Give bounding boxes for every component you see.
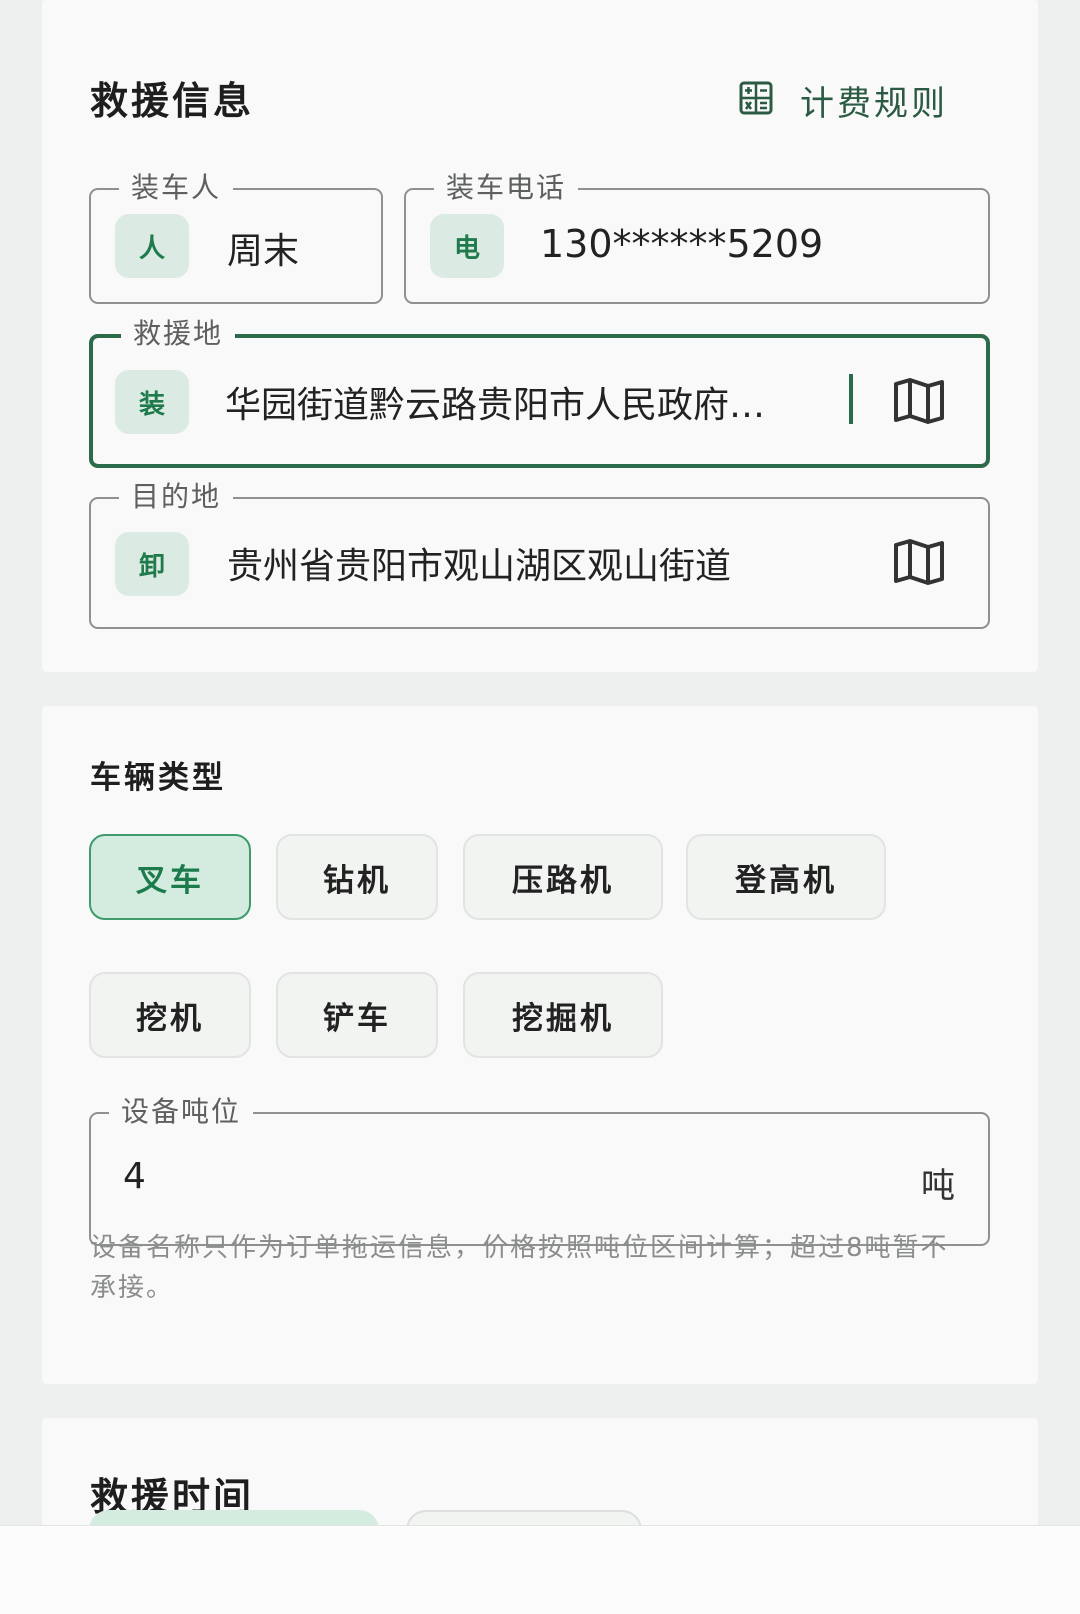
vehicle-option-roller[interactable]: 压路机: [463, 834, 663, 920]
unload-badge: 卸: [115, 532, 189, 596]
vehicle-option-aerial-lift[interactable]: 登高机: [686, 834, 886, 920]
rescue-location-field[interactable]: 救援地 装 …华园街道黔云路贵阳市人民政府: [89, 317, 990, 468]
map-icon[interactable]: [893, 378, 945, 428]
loader-phone-field[interactable]: 装车电话 电 130******5209: [404, 171, 990, 304]
vehicle-option-drill[interactable]: 钻机: [276, 834, 438, 920]
person-badge: 人: [115, 214, 189, 278]
loader-name-value: 周末: [227, 231, 300, 272]
loader-name-legend: 装车人: [119, 171, 234, 205]
tonnage-legend: 设备吨位: [109, 1095, 254, 1129]
vehicle-option-forklift[interactable]: 叉车: [89, 834, 251, 920]
calculator-icon: [738, 80, 774, 120]
bottom-bar: [0, 1525, 1080, 1614]
loader-phone-value: 130******5209: [540, 222, 824, 266]
load-badge: 装: [115, 370, 189, 434]
tonnage-field[interactable]: 设备吨位 4 吨: [89, 1095, 990, 1246]
map-icon[interactable]: [893, 539, 945, 589]
rescue-info-title: 救援信息: [90, 79, 255, 123]
vehicle-option-loader[interactable]: 铲车: [276, 972, 438, 1058]
fee-rules-button[interactable]: 计费规则: [738, 74, 948, 126]
loader-phone-legend: 装车电话: [434, 171, 579, 205]
tonnage-value: 4: [123, 1156, 146, 1197]
rescue-location-value: …华园街道黔云路贵阳市人民政府: [225, 385, 766, 426]
vehicle-option-digger[interactable]: 挖掘机: [463, 972, 663, 1058]
text-cursor: [849, 374, 853, 424]
destination-value: 贵州省贵阳市观山湖区观山街道: [227, 546, 732, 587]
tonnage-hint: 设备名称只作为订单拖运信息，价格按照吨位区间计算；超过8吨暂不承接。: [90, 1233, 949, 1303]
rescue-location-legend: 救援地: [121, 317, 236, 351]
destination-legend: 目的地: [119, 480, 234, 514]
vehicle-option-excavator[interactable]: 挖机: [89, 972, 251, 1058]
loader-name-field[interactable]: 装车人 人 周末: [89, 171, 383, 304]
destination-field[interactable]: 目的地 卸 贵州省贵阳市观山湖区观山街道: [89, 480, 990, 629]
tonnage-unit: 吨: [921, 1166, 955, 1206]
vehicle-type-title: 车辆类型: [90, 760, 226, 796]
phone-badge: 电: [430, 214, 504, 278]
fee-rules-label: 计费规则: [800, 83, 948, 124]
